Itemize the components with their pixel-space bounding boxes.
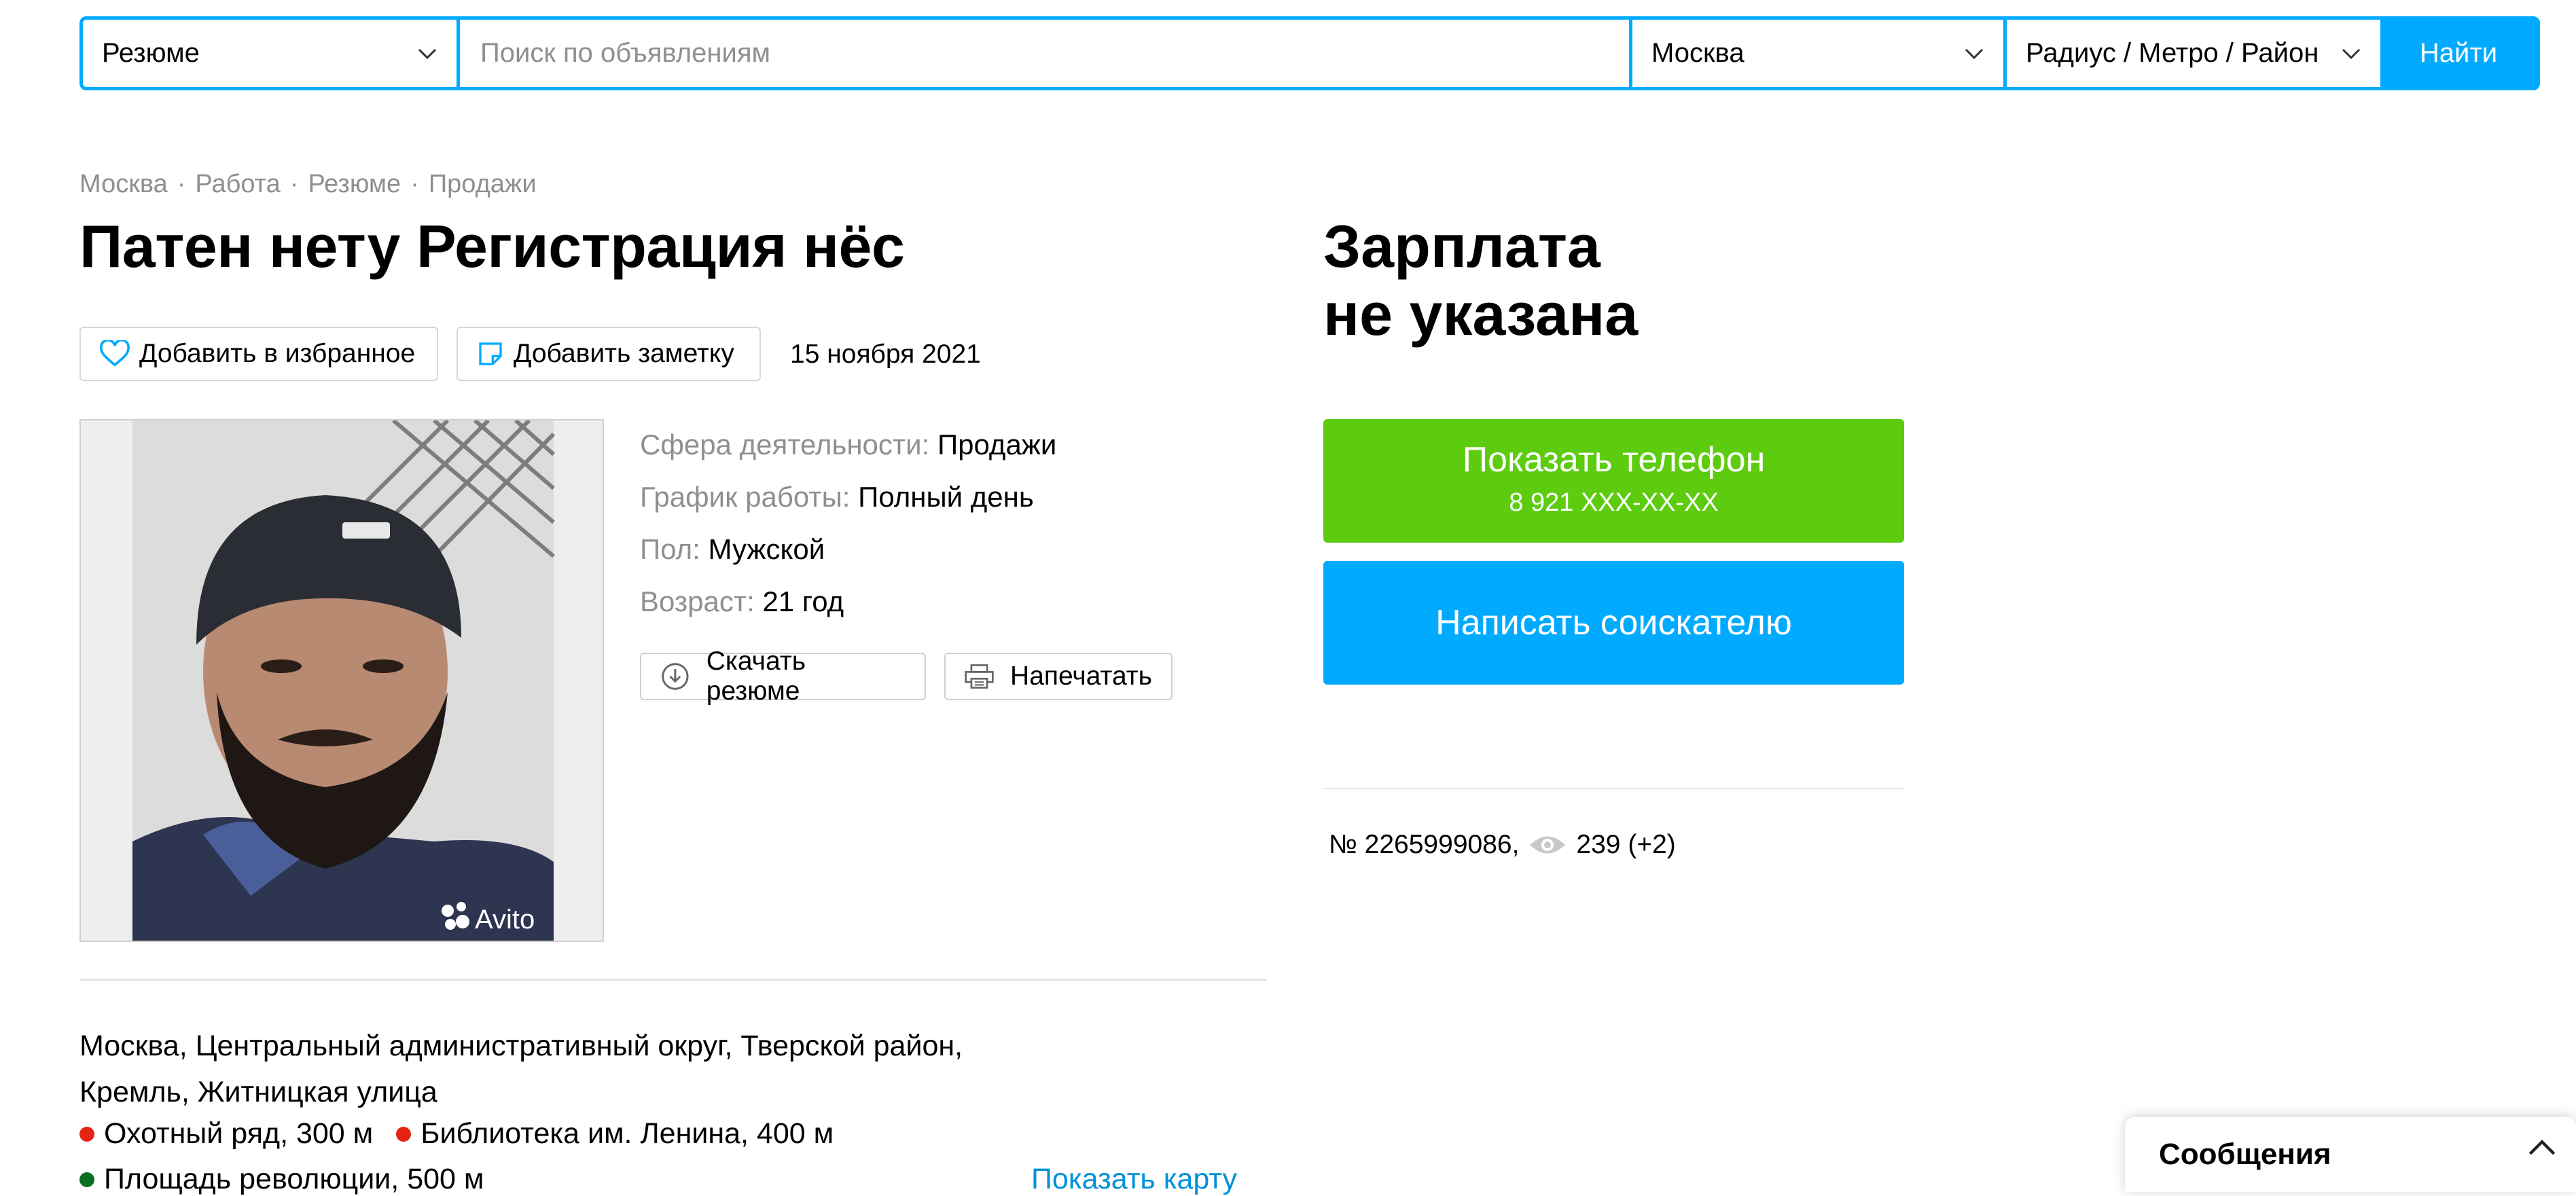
search-input-wrapper xyxy=(460,20,1629,87)
show-phone-label: Показать телефон xyxy=(1462,440,1766,479)
ad-stats: № 2265999086, 239 (+2) xyxy=(1329,830,1676,860)
breadcrumb-item[interactable]: Резюме xyxy=(308,170,401,199)
breadcrumb-item[interactable]: Москва xyxy=(79,170,168,199)
metro-list: Охотный ряд, 300 м Библиотека им. Ленина… xyxy=(79,1117,834,1150)
printer-icon xyxy=(965,664,994,689)
add-to-favorites-label: Добавить в избранное xyxy=(139,339,416,368)
heart-icon xyxy=(100,340,130,367)
metro-line-icon xyxy=(79,1172,94,1187)
search-button[interactable]: Найти xyxy=(2380,20,2537,87)
resume-params: Сфера деятельности: Продажи График работ… xyxy=(640,418,1056,628)
messages-title: Сообщения xyxy=(2159,1138,2331,1171)
param-value: Продажи xyxy=(937,429,1057,460)
show-phone-button[interactable]: Показать телефон 8 921 XXX-XX-XX xyxy=(1323,419,1904,543)
param-row: Пол: Мужской xyxy=(640,523,1056,575)
metro-line-icon xyxy=(79,1126,94,1142)
masked-phone: 8 921 XXX-XX-XX xyxy=(1509,488,1719,517)
category-select[interactable]: Резюме xyxy=(83,20,457,87)
param-value: Полный день xyxy=(858,481,1034,513)
metro-line-icon xyxy=(396,1126,412,1142)
item-number: № 2265999086, xyxy=(1329,830,1520,859)
metro-station: Охотный ряд, 300 м xyxy=(79,1117,373,1150)
param-label: Пол: xyxy=(640,533,700,565)
print-label: Напечатать xyxy=(1010,662,1152,691)
divider xyxy=(79,979,1267,981)
city-select[interactable]: Москва xyxy=(1632,20,2003,87)
metro-station: Библиотека им. Ленина, 400 м xyxy=(396,1117,834,1150)
metro-list: Площадь революции, 500 м xyxy=(79,1163,484,1196)
param-row: Возраст: 21 год xyxy=(640,575,1056,628)
resume-photo[interactable]: Avito xyxy=(79,419,604,942)
salary-line1: Зарплата xyxy=(1323,213,1600,280)
category-select-value: Резюме xyxy=(102,38,200,68)
view-count: 239 (+2) xyxy=(1576,830,1676,859)
address-line: Кремль, Житницкая улица xyxy=(79,1076,437,1108)
download-icon xyxy=(662,663,689,690)
search-input[interactable] xyxy=(479,37,1610,69)
address-line: Москва, Центральный административный окр… xyxy=(79,1030,963,1062)
page-title: Патен нету Регистрация нёс xyxy=(79,213,905,280)
chevron-down-icon xyxy=(418,48,437,59)
breadcrumb-item[interactable]: Работа xyxy=(195,170,280,199)
city-select-value: Москва xyxy=(1651,38,1745,68)
radius-select[interactable]: Радиус / Метро / Район xyxy=(2007,20,2380,87)
param-value: Мужской xyxy=(708,533,825,565)
chevron-down-icon xyxy=(1965,48,1984,59)
divider xyxy=(1323,788,1904,789)
param-label: Сфера деятельности: xyxy=(640,429,930,460)
download-resume-label: Скачать резюме xyxy=(706,647,806,706)
add-to-favorites-button[interactable]: Добавить в избранное xyxy=(79,327,438,381)
metro-station-name: Библиотека им. Ленина, 400 м xyxy=(421,1117,834,1150)
download-resume-button[interactable]: Скачать резюме xyxy=(640,647,926,706)
param-value: 21 год xyxy=(762,585,844,617)
note-icon xyxy=(479,342,502,365)
add-note-label: Добавить заметку xyxy=(514,339,734,368)
radius-select-value: Радиус / Метро / Район xyxy=(2026,38,2319,68)
param-label: График работы: xyxy=(640,481,851,513)
salary-line2: не указана xyxy=(1323,280,1639,348)
portrait-image: Avito xyxy=(81,420,603,941)
breadcrumb-item[interactable]: Продажи xyxy=(429,170,537,199)
metro-station-name: Площадь революции, 500 м xyxy=(104,1163,484,1195)
chevron-down-icon xyxy=(2342,48,2361,59)
metro-station-name: Охотный ряд, 300 м xyxy=(104,1117,374,1150)
search-bar: Резюме Москва Радиус / Метро / Район Най… xyxy=(79,16,2540,90)
show-map-link[interactable]: Показать карту xyxy=(1031,1163,1237,1196)
publish-date: 15 ноября 2021 xyxy=(790,340,981,369)
param-row: Сфера деятельности: Продажи xyxy=(640,418,1056,471)
print-button[interactable]: Напечатать xyxy=(944,653,1173,700)
messages-widget[interactable]: Сообщения xyxy=(2125,1117,2576,1192)
chevron-up-icon[interactable] xyxy=(2527,1138,2557,1158)
write-to-applicant-button[interactable]: Написать соискателю xyxy=(1323,561,1904,685)
metro-station: Площадь революции, 500 м xyxy=(79,1163,484,1196)
salary: Зарплата не указана xyxy=(1323,213,1638,348)
param-label: Возраст: xyxy=(640,585,755,617)
address: Москва, Центральный административный окр… xyxy=(79,1023,1132,1115)
add-note-button[interactable]: Добавить заметку xyxy=(457,327,761,381)
param-row: График работы: Полный день xyxy=(640,471,1056,523)
eye-icon xyxy=(1530,836,1566,854)
breadcrumb: Москва · Работа · Резюме · Продажи xyxy=(79,170,537,199)
avito-watermark: Avito xyxy=(475,905,535,935)
